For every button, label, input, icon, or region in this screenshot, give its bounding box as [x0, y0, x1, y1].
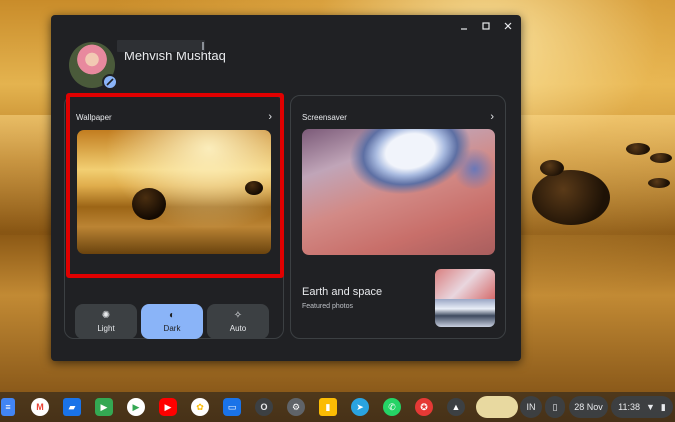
docs-icon[interactable]: ≡: [1, 398, 15, 416]
profile-email-redacted: [117, 40, 205, 52]
desktop-boulder: [650, 153, 672, 163]
light-mode-label: Light: [97, 323, 115, 333]
auto-mode-label: Auto: [229, 323, 247, 333]
holding-space-pill[interactable]: [476, 396, 518, 418]
album-title: Earth and space: [302, 286, 383, 298]
maximize-icon[interactable]: [481, 19, 491, 33]
paint-icon[interactable]: ✪: [415, 398, 433, 416]
date-pill[interactable]: 28 Nov: [569, 396, 608, 418]
minimize-icon[interactable]: [459, 19, 469, 33]
play-store-icon[interactable]: ▶: [127, 398, 145, 416]
dark-mode-label: Dark: [163, 323, 181, 333]
whatsapp-icon[interactable]: ✆: [383, 398, 401, 416]
desktop-boulder: [540, 160, 564, 176]
auto-mode-button[interactable]: ✧ Auto: [207, 304, 269, 339]
files-icon[interactable]: ▰: [63, 398, 81, 416]
youtube-icon[interactable]: ▶: [159, 398, 177, 416]
settings-icon[interactable]: ⚙: [287, 398, 305, 416]
meet-icon[interactable]: ▶: [95, 398, 113, 416]
wallpaper-app-icon[interactable]: ▲: [447, 398, 465, 416]
phone-hub-pill[interactable]: ▯: [545, 396, 565, 418]
launcher-o-icon[interactable]: O: [255, 398, 273, 416]
wallpaper-highlight-box: [66, 93, 284, 278]
screensaver-preview[interactable]: [302, 129, 495, 255]
window-controls: [459, 19, 513, 33]
brightness-icon: ✺: [101, 309, 111, 321]
shelf: ≡ M ▰ ▶ ▶ ▶ ✿ ▭ O ⚙ ▮ ➤ ✆ ✪ ▲ IN ▯ 28 No…: [0, 392, 675, 422]
avatar[interactable]: [69, 42, 118, 90]
theme-mode-selector: ✺ Light ◐ Dark ✧ Auto: [75, 304, 269, 339]
light-mode-button[interactable]: ✺ Light: [75, 304, 137, 339]
contrast-icon: ◐: [168, 309, 176, 321]
phone-icon: ▯: [552, 401, 558, 412]
profile-email-cursor: [202, 42, 204, 50]
input-method-label: IN: [526, 402, 536, 412]
keep-icon[interactable]: ▮: [319, 398, 337, 416]
album-subtitle: Featured photos: [302, 303, 353, 310]
screensaver-card[interactable]: Screensaver › Earth and space Featured p…: [290, 95, 506, 339]
time-label: 11:38: [618, 402, 640, 412]
album-thumbnail[interactable]: [435, 269, 495, 327]
gmail-icon[interactable]: M: [31, 398, 49, 416]
date-label: 28 Nov: [574, 402, 603, 412]
edit-pencil-icon[interactable]: [102, 74, 118, 90]
input-method-pill[interactable]: IN: [520, 396, 542, 418]
photos-icon[interactable]: ✿: [191, 398, 209, 416]
screensaver-title: Screensaver: [302, 113, 347, 122]
desktop-boulder: [648, 178, 670, 188]
messages-icon[interactable]: ▭: [223, 398, 241, 416]
chevron-right-icon[interactable]: ›: [490, 111, 494, 123]
magic-wand-icon: ✧: [233, 309, 243, 321]
desktop-boulder: [626, 143, 650, 155]
dark-mode-button[interactable]: ◐ Dark: [141, 304, 203, 339]
status-tray[interactable]: 11:38 ▼ ▮: [611, 396, 673, 418]
telegram-icon[interactable]: ➤: [351, 398, 369, 416]
wifi-icon: ▼: [645, 402, 655, 412]
battery-icon: ▮: [660, 401, 666, 412]
close-icon[interactable]: [503, 19, 513, 33]
desktop-boulder: [532, 170, 610, 225]
